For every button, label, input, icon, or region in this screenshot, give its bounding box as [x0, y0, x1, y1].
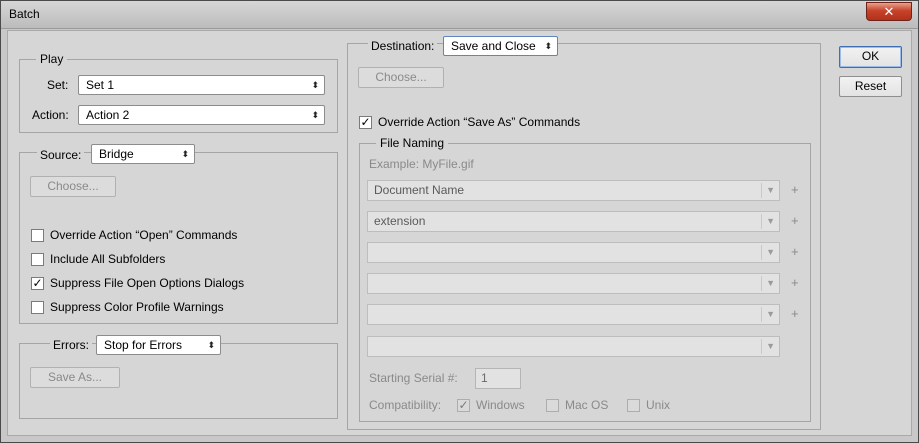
file-naming-example: Example: MyFile.gif: [369, 157, 474, 171]
compat-windows-label: Windows: [476, 398, 525, 412]
serial-input[interactable]: 1: [475, 368, 521, 389]
add-field-icon[interactable]: +: [791, 244, 799, 259]
batch-dialog: Batch ✕ Play Set: Set 1 ⬍ Action: Action…: [0, 0, 919, 443]
naming-field-2[interactable]: extension ▼: [367, 211, 780, 232]
compat-windows-checkbox[interactable]: ✓: [457, 399, 470, 412]
dialog-body: Play Set: Set 1 ⬍ Action: Action 2 ⬍ Sou…: [7, 30, 912, 436]
include-subfolders-checkbox[interactable]: [31, 253, 44, 266]
override-save-as-checkbox[interactable]: ✓: [359, 116, 372, 129]
override-open-label: Override Action “Open” Commands: [50, 228, 238, 242]
chevron-down-icon: ▼: [766, 309, 775, 319]
set-value: Set 1: [86, 78, 115, 92]
destination-label: Destination:: [368, 39, 438, 53]
destination-dropdown[interactable]: Save and Close ⬍: [443, 36, 558, 56]
ok-button[interactable]: OK: [839, 46, 902, 68]
suppress-color-profile-label: Suppress Color Profile Warnings: [50, 300, 224, 314]
suppress-open-options-label: Suppress File Open Options Dialogs: [50, 276, 245, 290]
set-dropdown[interactable]: Set 1 ⬍: [78, 75, 325, 95]
naming-field-1[interactable]: Document Name ▼: [367, 180, 780, 201]
checkmark-icon: ✓: [32, 276, 43, 290]
source-label: Source:: [37, 148, 85, 162]
title-bar[interactable]: Batch ✕: [1, 1, 918, 29]
play-legend: Play: [36, 52, 68, 66]
include-subfolders-label: Include All Subfolders: [50, 252, 166, 266]
chevron-down-icon: ▼: [766, 185, 775, 195]
compat-unix-label: Unix: [646, 398, 671, 412]
close-button[interactable]: ✕: [866, 2, 912, 21]
set-label: Set:: [47, 78, 69, 92]
add-field-icon[interactable]: +: [791, 306, 799, 321]
add-field-icon[interactable]: +: [791, 182, 799, 197]
add-field-icon[interactable]: +: [791, 213, 799, 228]
updown-arrows-icon: ⬍: [311, 110, 319, 120]
source-value: Bridge: [99, 147, 134, 161]
errors-label: Errors:: [50, 338, 92, 352]
file-naming-legend: File Naming: [376, 136, 449, 150]
compatibility-label: Compatibility:: [369, 398, 442, 412]
action-dropdown[interactable]: Action 2 ⬍: [78, 105, 325, 125]
errors-dropdown[interactable]: Stop for Errors ⬍: [96, 335, 221, 355]
window-title: Batch: [9, 7, 40, 21]
add-field-icon[interactable]: +: [791, 275, 799, 290]
suppress-open-options-checkbox[interactable]: ✓: [31, 277, 44, 290]
updown-arrows-icon: ⬍: [311, 80, 319, 90]
updown-arrows-icon: ⬍: [181, 149, 189, 159]
override-save-as-label: Override Action “Save As” Commands: [378, 115, 581, 129]
chevron-down-icon: ▼: [766, 247, 775, 257]
chevron-down-icon: ▼: [766, 341, 775, 351]
chevron-down-icon: ▼: [766, 278, 775, 288]
source-choose-button[interactable]: Choose...: [30, 176, 116, 197]
naming-field-5[interactable]: ▼: [367, 304, 780, 325]
errors-save-as-button[interactable]: Save As...: [30, 367, 120, 388]
action-value: Action 2: [86, 108, 130, 122]
updown-arrows-icon: ⬍: [544, 41, 552, 51]
compat-unix-checkbox[interactable]: [627, 399, 640, 412]
destination-value: Save and Close: [451, 39, 536, 53]
naming-field-6[interactable]: ▼: [367, 336, 780, 357]
naming-field-4[interactable]: ▼: [367, 273, 780, 294]
checkmark-icon: ✓: [360, 115, 371, 129]
errors-value: Stop for Errors: [104, 338, 183, 352]
checkmark-icon: ✓: [458, 398, 469, 412]
destination-choose-button[interactable]: Choose...: [358, 67, 444, 88]
close-icon: ✕: [883, 4, 895, 19]
compat-macos-label: Mac OS: [565, 398, 609, 412]
chevron-down-icon: ▼: [766, 216, 775, 226]
naming-field-3[interactable]: ▼: [367, 242, 780, 263]
serial-label: Starting Serial #:: [369, 371, 458, 385]
override-open-checkbox[interactable]: [31, 229, 44, 242]
suppress-color-profile-checkbox[interactable]: [31, 301, 44, 314]
reset-button[interactable]: Reset: [839, 76, 902, 97]
action-label: Action:: [32, 108, 69, 122]
updown-arrows-icon: ⬍: [207, 340, 215, 350]
compat-macos-checkbox[interactable]: [546, 399, 559, 412]
source-dropdown[interactable]: Bridge ⬍: [91, 144, 195, 164]
